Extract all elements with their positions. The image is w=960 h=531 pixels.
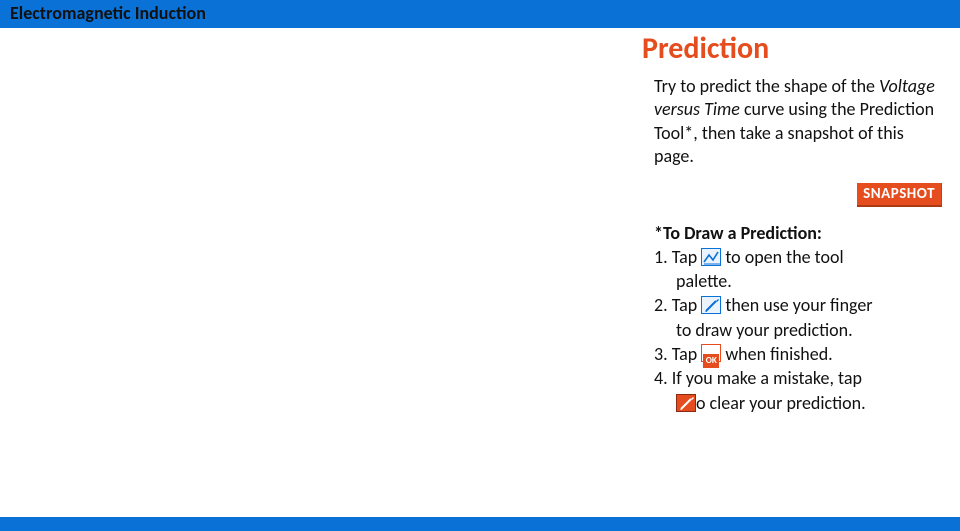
footer-bar (0, 517, 960, 531)
step-1-b: to open the tool (721, 246, 843, 268)
step-4-line1: 4. If you make a mistake, tap (654, 366, 946, 390)
step-2-a: 2. Tap (654, 294, 701, 316)
step-1-line2: palette. (654, 269, 946, 293)
page-title: Electromagnetic Induction (10, 2, 206, 24)
snapshot-button[interactable]: SNAPSHOT (857, 183, 942, 207)
step-2-line1: 2. Tap then use your finger (654, 293, 946, 317)
snapshot-row: SNAPSHOT (640, 183, 942, 207)
step-4-line2: o clear your prediction. (654, 391, 946, 415)
chart-tool-icon[interactable] (701, 248, 721, 266)
clear-pencil-icon[interactable] (676, 394, 696, 412)
step-2-line2: to draw your prediction. (654, 318, 946, 342)
instructions-heading: *To Draw a Prediction: (654, 221, 946, 245)
step-1-line1: 1. Tap to open the tool (654, 245, 946, 269)
section-heading: Prediction (642, 32, 950, 65)
intro-text: Try to predict the shape of the Voltage … (640, 75, 950, 169)
right-panel: Prediction Try to predict the shape of t… (640, 32, 950, 415)
step-3-line1: 3. Tap OK when finished. (654, 342, 946, 366)
pencil-tool-icon[interactable] (701, 296, 721, 314)
slide: Electromagnetic Induction Prediction Try… (0, 0, 960, 531)
ok-icon[interactable]: OK (701, 344, 721, 362)
step-1-a: 1. Tap (654, 246, 701, 268)
instructions: *To Draw a Prediction: 1. Tap to open th… (640, 221, 950, 415)
step-3-b: when finished. (721, 343, 832, 365)
step-2-b: then use your finger (721, 294, 872, 316)
step-4-b: o clear your prediction. (696, 392, 866, 414)
intro-text-part1: Try to predict the shape of the (654, 75, 879, 97)
step-3-a: 3. Tap (654, 343, 701, 365)
